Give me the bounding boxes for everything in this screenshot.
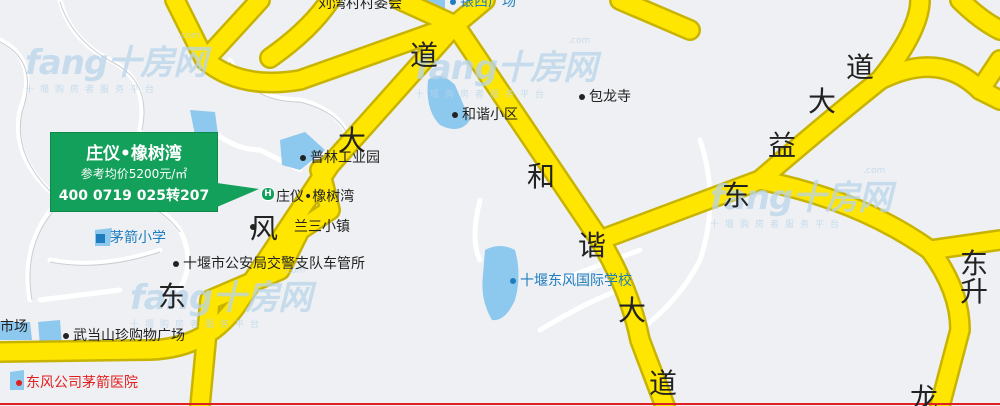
road-label-dongyi: 道 xyxy=(846,51,875,84)
poi-baolong-temple[interactable]: 包龙寺 xyxy=(579,90,631,104)
listing-phone: 400 0719 025转207 xyxy=(58,188,210,204)
poi-dot xyxy=(63,333,69,339)
poi-wudang-shopping-plaza[interactable]: 武当山珍购物广场 xyxy=(63,329,185,343)
poi-dot xyxy=(300,155,306,161)
school-icon xyxy=(96,233,105,243)
road-label-hexie: 大 xyxy=(618,294,647,327)
poi-yinxi-plaza[interactable]: 银西广场 xyxy=(450,0,516,9)
poi-hexie-community[interactable]: 和谐小区 xyxy=(452,108,518,122)
poi-dot xyxy=(16,380,22,386)
road-label-dongfeng: 道 xyxy=(410,39,439,72)
road-label-dongyi: 大 xyxy=(808,85,837,118)
listing-price: 参考均价5200元/㎡ xyxy=(80,167,188,181)
poi-dot xyxy=(510,278,516,284)
poi-dot xyxy=(450,0,456,5)
poi-liuwan-village[interactable]: 刘湾村村委会 xyxy=(318,0,402,11)
poi-dot xyxy=(579,94,585,100)
road-label-dongsheng: 东升 xyxy=(960,247,989,308)
map-canvas[interactable]: .com fang十房网 十堰购房者服务平台 .com fang十房网 十堰购房… xyxy=(0,0,1000,406)
listing-name: 庄仪•橡树湾 xyxy=(86,144,182,164)
road-label-hexie: 谐 xyxy=(578,229,607,262)
road-label-hexie: 道 xyxy=(649,367,678,400)
road-label-hexie: 和 xyxy=(527,160,556,193)
listing-marker-label[interactable]: 庄仪•橡树湾 xyxy=(276,186,354,206)
poi-lansan-town[interactable]: 兰三小镇 xyxy=(250,220,350,234)
poi-dot xyxy=(173,261,179,267)
road-label-dongyi: 益 xyxy=(768,129,797,162)
poi-dongfeng-maojian-hospital[interactable]: 东风公司茅箭医院 xyxy=(16,376,138,390)
road-label-long: 龙 xyxy=(910,382,939,406)
poi-dongfeng-international-school[interactable]: 十堰东风国际学校 xyxy=(510,274,632,288)
poi-dot xyxy=(452,112,458,118)
poi-traffic-police-vehicle-office[interactable]: 十堰市公安局交警支队车管所 xyxy=(173,257,365,271)
listing-info-box[interactable]: 庄仪•橡树湾 参考均价5200元/㎡ 400 0719 025转207 xyxy=(50,132,259,212)
road-label-dongfeng: 东 xyxy=(158,280,187,313)
poi-pulin-industrial-park[interactable]: 普林工业园 xyxy=(300,151,380,165)
poi-dot xyxy=(250,224,256,230)
road-label-dongyi: 东 xyxy=(722,179,751,212)
listing-marker-icon[interactable]: H xyxy=(261,187,275,201)
poi-market[interactable]: 市场 xyxy=(0,320,28,334)
poi-maojian-primary-school[interactable]: 茅箭小学 xyxy=(96,231,166,245)
